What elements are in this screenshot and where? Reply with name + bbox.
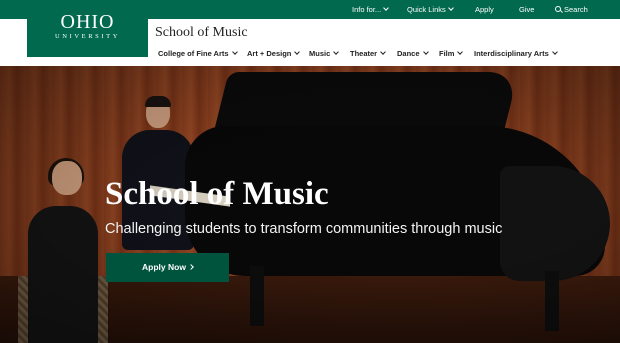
logo-wordmark: OHIO (60, 11, 115, 33)
chevron-down-icon (333, 49, 340, 55)
logo-subtext: UNIVERSITY (55, 33, 120, 40)
chevron-down-icon (231, 49, 238, 55)
nav-item-label: Interdisciplinary Arts (474, 49, 549, 58)
utility-search-button[interactable]: Search (555, 0, 588, 19)
nav-item-dance[interactable]: Dance (397, 48, 429, 60)
chevron-down-icon (380, 49, 386, 55)
nav-item-label: Theater (350, 49, 378, 58)
nav-item-film[interactable]: Film (439, 48, 464, 60)
nav-item-label: Art + Design (247, 49, 292, 58)
chevron-right-icon (188, 264, 194, 270)
nav-item-music[interactable]: Music (309, 48, 340, 60)
chevron-down-icon (551, 49, 558, 55)
nav-item-label: College of Fine Arts (158, 49, 229, 58)
site-title[interactable]: School of Music (155, 25, 248, 41)
nav-item-label: Film (439, 49, 455, 58)
chevron-down-icon (383, 5, 390, 11)
chevron-down-icon (447, 5, 454, 11)
nav-item-art-design[interactable]: Art + Design (247, 48, 301, 60)
utility-search-label: Search (564, 5, 588, 14)
chevron-down-icon (294, 49, 301, 55)
hero-title: School of Music (105, 176, 329, 212)
apply-now-button[interactable]: Apply Now (106, 253, 229, 282)
hero-subtitle: Challenging students to transform commun… (105, 221, 503, 237)
utility-give-link[interactable]: Give (519, 0, 534, 19)
nav-item-label: Dance (397, 49, 420, 58)
apply-now-label: Apply Now (142, 262, 186, 272)
nav-item-college-of-fine-arts[interactable]: College of Fine Arts (158, 48, 238, 60)
utility-quick-links-label: Quick Links (407, 5, 446, 14)
utility-quick-links-link[interactable]: Quick Links (407, 0, 454, 19)
utility-info-for-label: Info for... (352, 5, 382, 14)
utility-info-for-link[interactable]: Info for... (352, 0, 390, 19)
nav-item-label: Music (309, 49, 331, 58)
chevron-down-icon (457, 49, 464, 55)
utility-apply-link[interactable]: Apply (475, 0, 494, 19)
nav-item-interdisciplinary-arts[interactable]: Interdisciplinary Arts (474, 48, 558, 60)
ohio-university-logo[interactable]: OHIO UNIVERSITY (27, 0, 148, 57)
nav-item-theater[interactable]: Theater (350, 48, 386, 60)
hero-banner: School of Music Challenging students to … (0, 66, 620, 343)
search-icon (555, 6, 561, 12)
chevron-down-icon (422, 49, 429, 55)
